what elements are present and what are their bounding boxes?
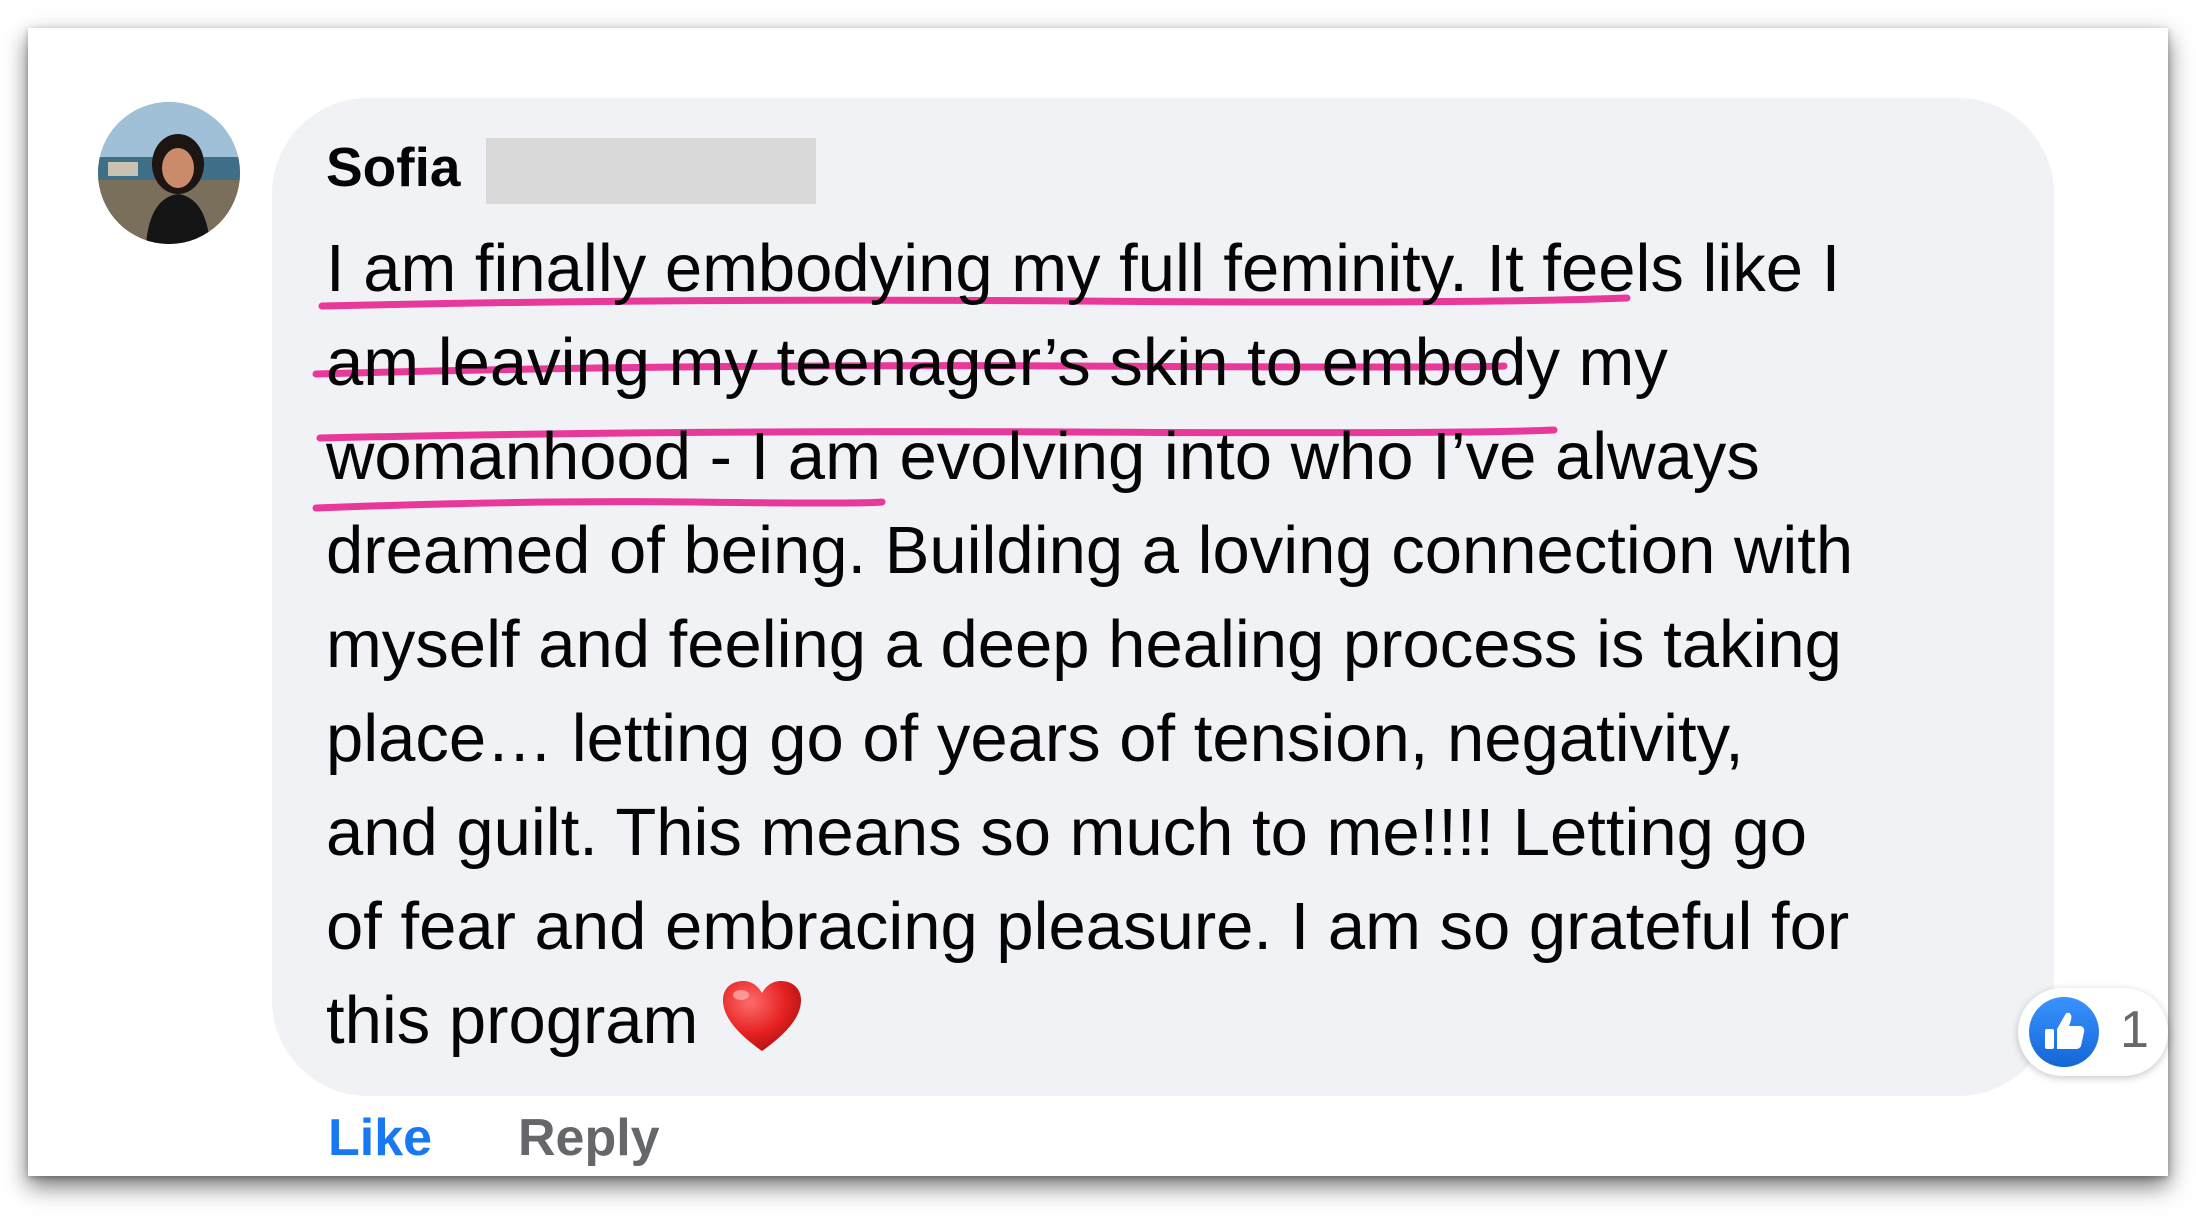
comment-text: I am finally embodying my full feminity.…: [326, 222, 2026, 1068]
comment-bubble: Sofia I am finally embodying my full fem…: [272, 98, 2054, 1096]
like-button[interactable]: Like: [328, 1112, 432, 1164]
reaction-summary[interactable]: 1: [2018, 988, 2168, 1076]
comment-line: and guilt. This means so much to me!!!! …: [326, 795, 1808, 870]
redacted-surname: [486, 138, 816, 204]
thumbs-up-icon: [2029, 997, 2099, 1067]
avatar-photo: [98, 102, 240, 244]
comment-line: of fear and embracing pleasure. I am so …: [326, 889, 1850, 964]
comment-line: am leaving my teenager’s skin to embody …: [326, 325, 1668, 400]
comment-author[interactable]: Sofia: [326, 140, 460, 195]
reply-button[interactable]: Reply: [518, 1112, 660, 1164]
comment-line: myself and feeling a deep healing proces…: [326, 607, 1842, 682]
comment-line: place… letting go of years of tension, n…: [326, 701, 1744, 776]
comment-last-line: this program: [326, 974, 2026, 1068]
comment-line: womanhood - I am evolving into who I’ve …: [326, 419, 1760, 494]
reaction-count: 1: [2120, 1001, 2149, 1059]
comment-line: I am finally embodying my full feminity.…: [326, 231, 1841, 306]
comment-line: dreamed of being. Building a loving conn…: [326, 513, 1854, 588]
avatar[interactable]: [98, 102, 240, 244]
comment-line: this program: [326, 983, 699, 1058]
comment-card: Sofia I am finally embodying my full fem…: [28, 28, 2168, 1176]
heart-emoji: [723, 981, 801, 1051]
